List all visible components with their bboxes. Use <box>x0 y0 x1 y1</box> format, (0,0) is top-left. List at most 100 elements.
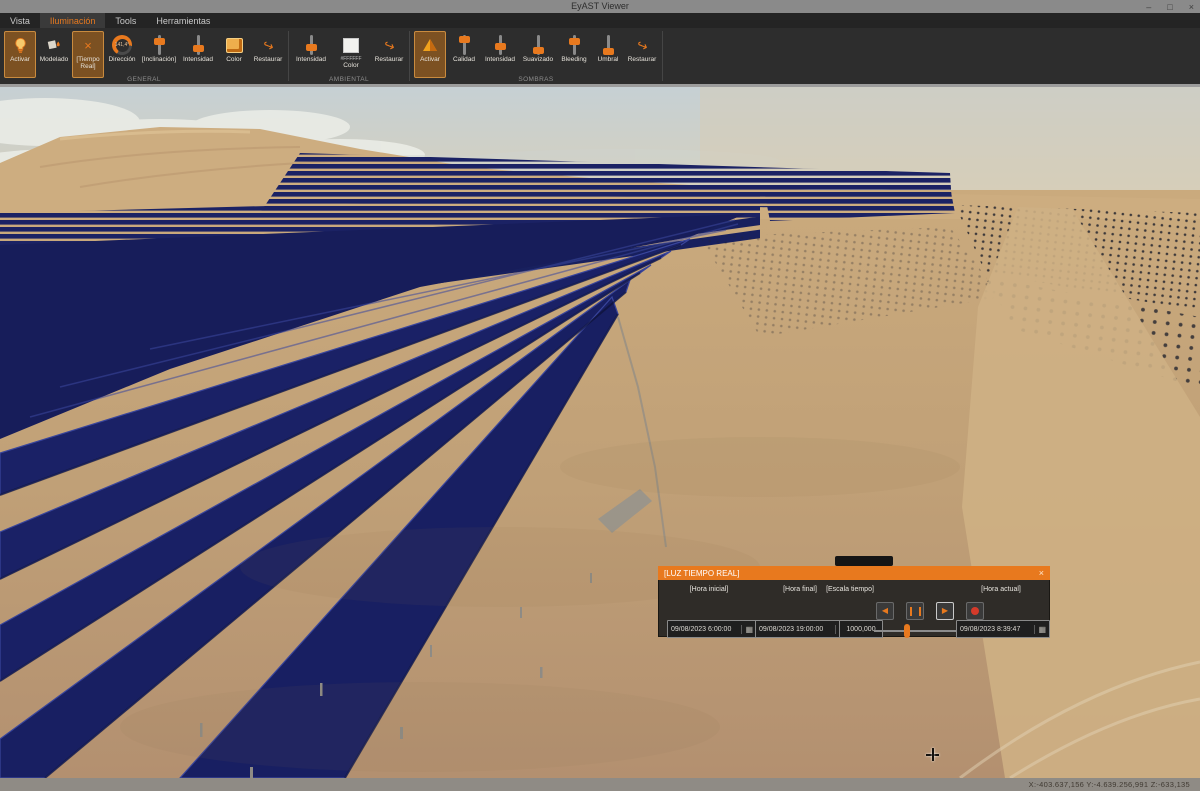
button-label: [Tiempo Real] <box>74 56 102 70</box>
ambiental-intensidad-slider-button[interactable]: Intensidad <box>293 31 329 78</box>
ambiental-color-button[interactable]: #FFFFFF Color <box>331 31 371 78</box>
group-label-sombras: SOMBRAS <box>410 76 662 83</box>
button-label: Umbral <box>598 56 619 63</box>
sol-intensidad-slider-button[interactable]: Intensidad <box>180 31 216 78</box>
x-icon: × <box>84 34 92 56</box>
button-label: Activar <box>420 56 440 63</box>
tiempo-real-button[interactable]: × [Tiempo Real] <box>72 31 104 78</box>
ribbon-group-ambiental: Intensidad #FFFFFF Color ↩ Restaurar AMB… <box>289 28 409 84</box>
panel-body: [Hora inicial] [Hora final] [Escala tiem… <box>658 580 1050 637</box>
group-label-general: GENERAL <box>0 76 288 83</box>
minimize-button[interactable]: – <box>1146 2 1151 12</box>
vertical-slider-icon <box>537 34 540 56</box>
button-label: Modelado <box>40 56 69 63</box>
button-label: Intensidad <box>183 56 213 63</box>
activar-sol-button[interactable]: Activar <box>4 31 36 78</box>
white-swatch-icon <box>343 34 359 56</box>
button-label: Restaurar <box>628 56 657 63</box>
play-button[interactable]: ▶ <box>936 602 954 620</box>
button-label: [Inclinación] <box>142 56 176 63</box>
button-label: Calidad <box>453 56 475 63</box>
button-label: Activar <box>10 56 30 63</box>
group-label-ambiental: AMBIENTAL <box>289 76 409 83</box>
direction-dial-icon: 141,4° <box>112 34 132 56</box>
pause-icon <box>910 607 921 616</box>
button-label: Bleeding <box>561 56 586 63</box>
suavizado-slider-button[interactable]: Suavizado <box>520 31 556 78</box>
rewind-icon: ◀ <box>882 607 888 615</box>
ribbon-separator <box>662 31 663 81</box>
hora-inicial-field[interactable]: 09/08/2023 6:00:00 ▦ <box>667 620 757 638</box>
menu-bar: Vista Iluminación Tools Herramientas <box>0 13 1200 28</box>
window-title: EyAST Viewer <box>0 1 1200 11</box>
button-label: Intensidad <box>296 56 326 63</box>
hora-actual-field[interactable]: 09/08/2023 8:39:47 ▦ <box>956 620 1050 638</box>
sombras-activar-button[interactable]: Activar <box>414 31 446 78</box>
sombras-intensidad-slider-button[interactable]: Intensidad <box>482 31 518 78</box>
direccion-dial-button[interactable]: 141,4° Dirección <box>106 31 138 78</box>
ribbon-group-sombras: Activar Calidad Intensidad Suavizado Ble… <box>410 28 662 84</box>
play-icon: ▶ <box>942 607 948 615</box>
vertical-slider-icon <box>499 34 502 56</box>
restore-arrow-icon: ↩ <box>637 34 648 56</box>
button-label: Restaurar <box>254 56 283 63</box>
vertical-slider-icon <box>197 34 200 56</box>
button-label: Color <box>343 62 359 69</box>
pause-button[interactable] <box>906 602 924 620</box>
panel-drag-handle[interactable] <box>835 556 893 566</box>
maximize-button[interactable]: □ <box>1167 2 1172 12</box>
panel-title: [LUZ TIEMPO REAL] <box>664 569 1039 578</box>
ribbon-group-general: Activar Modelado × [Tiempo Real] 141,4° … <box>0 28 288 84</box>
umbral-slider-button[interactable]: Umbral <box>592 31 624 78</box>
color-swatch-icon <box>226 34 243 56</box>
sol-color-button[interactable]: Color <box>218 31 250 78</box>
modelado-button[interactable]: Modelado <box>38 31 70 78</box>
hora-final-field[interactable]: 09/08/2023 19:00:00 ▦ <box>755 620 851 638</box>
window-titlebar: EyAST Viewer – □ × <box>0 0 1200 13</box>
bleeding-slider-button[interactable]: Bleeding <box>558 31 590 78</box>
direction-value: 141,4° <box>116 39 129 52</box>
button-label: Dirección <box>108 56 135 63</box>
pyramid-icon <box>422 34 438 56</box>
world-coordinates: X:-403.637,156 Y:-4.639.256,991 Z:-633,1… <box>1029 780 1190 789</box>
panel-close-icon[interactable]: × <box>1039 568 1044 578</box>
button-label: Intensidad <box>485 56 515 63</box>
escala-tiempo-field[interactable]: 1000,000 <box>839 620 883 638</box>
tab-vista[interactable]: Vista <box>0 13 40 28</box>
hora-inicial-label: [Hora inicial] <box>667 586 751 593</box>
solar-farm-scene <box>0 87 1200 778</box>
vertical-slider-icon <box>158 34 161 56</box>
time-slider-thumb[interactable] <box>904 624 910 638</box>
calidad-slider-button[interactable]: Calidad <box>448 31 480 78</box>
calendar-icon[interactable]: ▦ <box>1034 625 1046 634</box>
tab-tools[interactable]: Tools <box>105 13 146 28</box>
inclinacion-slider-button[interactable]: [Inclinación] <box>140 31 178 78</box>
sol-restaurar-button[interactable]: ↩ Restaurar <box>252 31 284 78</box>
status-bar: X:-403.637,156 Y:-4.639.256,991 Z:-633,1… <box>0 778 1200 791</box>
vertical-slider-icon <box>310 34 313 56</box>
tab-herramientas[interactable]: Herramientas <box>146 13 220 28</box>
button-label: Color <box>226 56 242 63</box>
calendar-icon[interactable]: ▦ <box>741 625 753 634</box>
button-label: Suavizado <box>523 56 553 63</box>
restore-arrow-icon: ↩ <box>384 34 395 56</box>
hora-actual-label: [Hora actual] <box>956 586 1046 593</box>
escala-tiempo-label: [Escala tiempo] <box>819 586 881 593</box>
tab-iluminacion[interactable]: Iluminación <box>40 13 106 28</box>
rewind-button[interactable]: ◀ <box>876 602 894 620</box>
lightbulb-icon <box>13 34 28 56</box>
time-slider[interactable] <box>874 630 964 632</box>
ambiental-restaurar-button[interactable]: ↩ Restaurar <box>373 31 405 78</box>
panel-header[interactable]: [LUZ TIEMPO REAL] × <box>658 566 1050 580</box>
vertical-slider-icon <box>463 34 466 56</box>
restore-arrow-icon: ↩ <box>263 34 274 56</box>
vertical-slider-icon <box>607 34 610 56</box>
close-button[interactable]: × <box>1189 2 1194 12</box>
ribbon-toolbar: Activar Modelado × [Tiempo Real] 141,4° … <box>0 28 1200 84</box>
luz-tiempo-real-panel[interactable]: [LUZ TIEMPO REAL] × [Hora inicial] [Hora… <box>658 566 1050 637</box>
3d-viewport[interactable] <box>0 87 1200 778</box>
record-button[interactable] <box>966 602 984 620</box>
record-icon <box>971 607 979 615</box>
button-label: Restaurar <box>375 56 404 63</box>
sombras-restaurar-button[interactable]: ↩ Restaurar <box>626 31 658 78</box>
